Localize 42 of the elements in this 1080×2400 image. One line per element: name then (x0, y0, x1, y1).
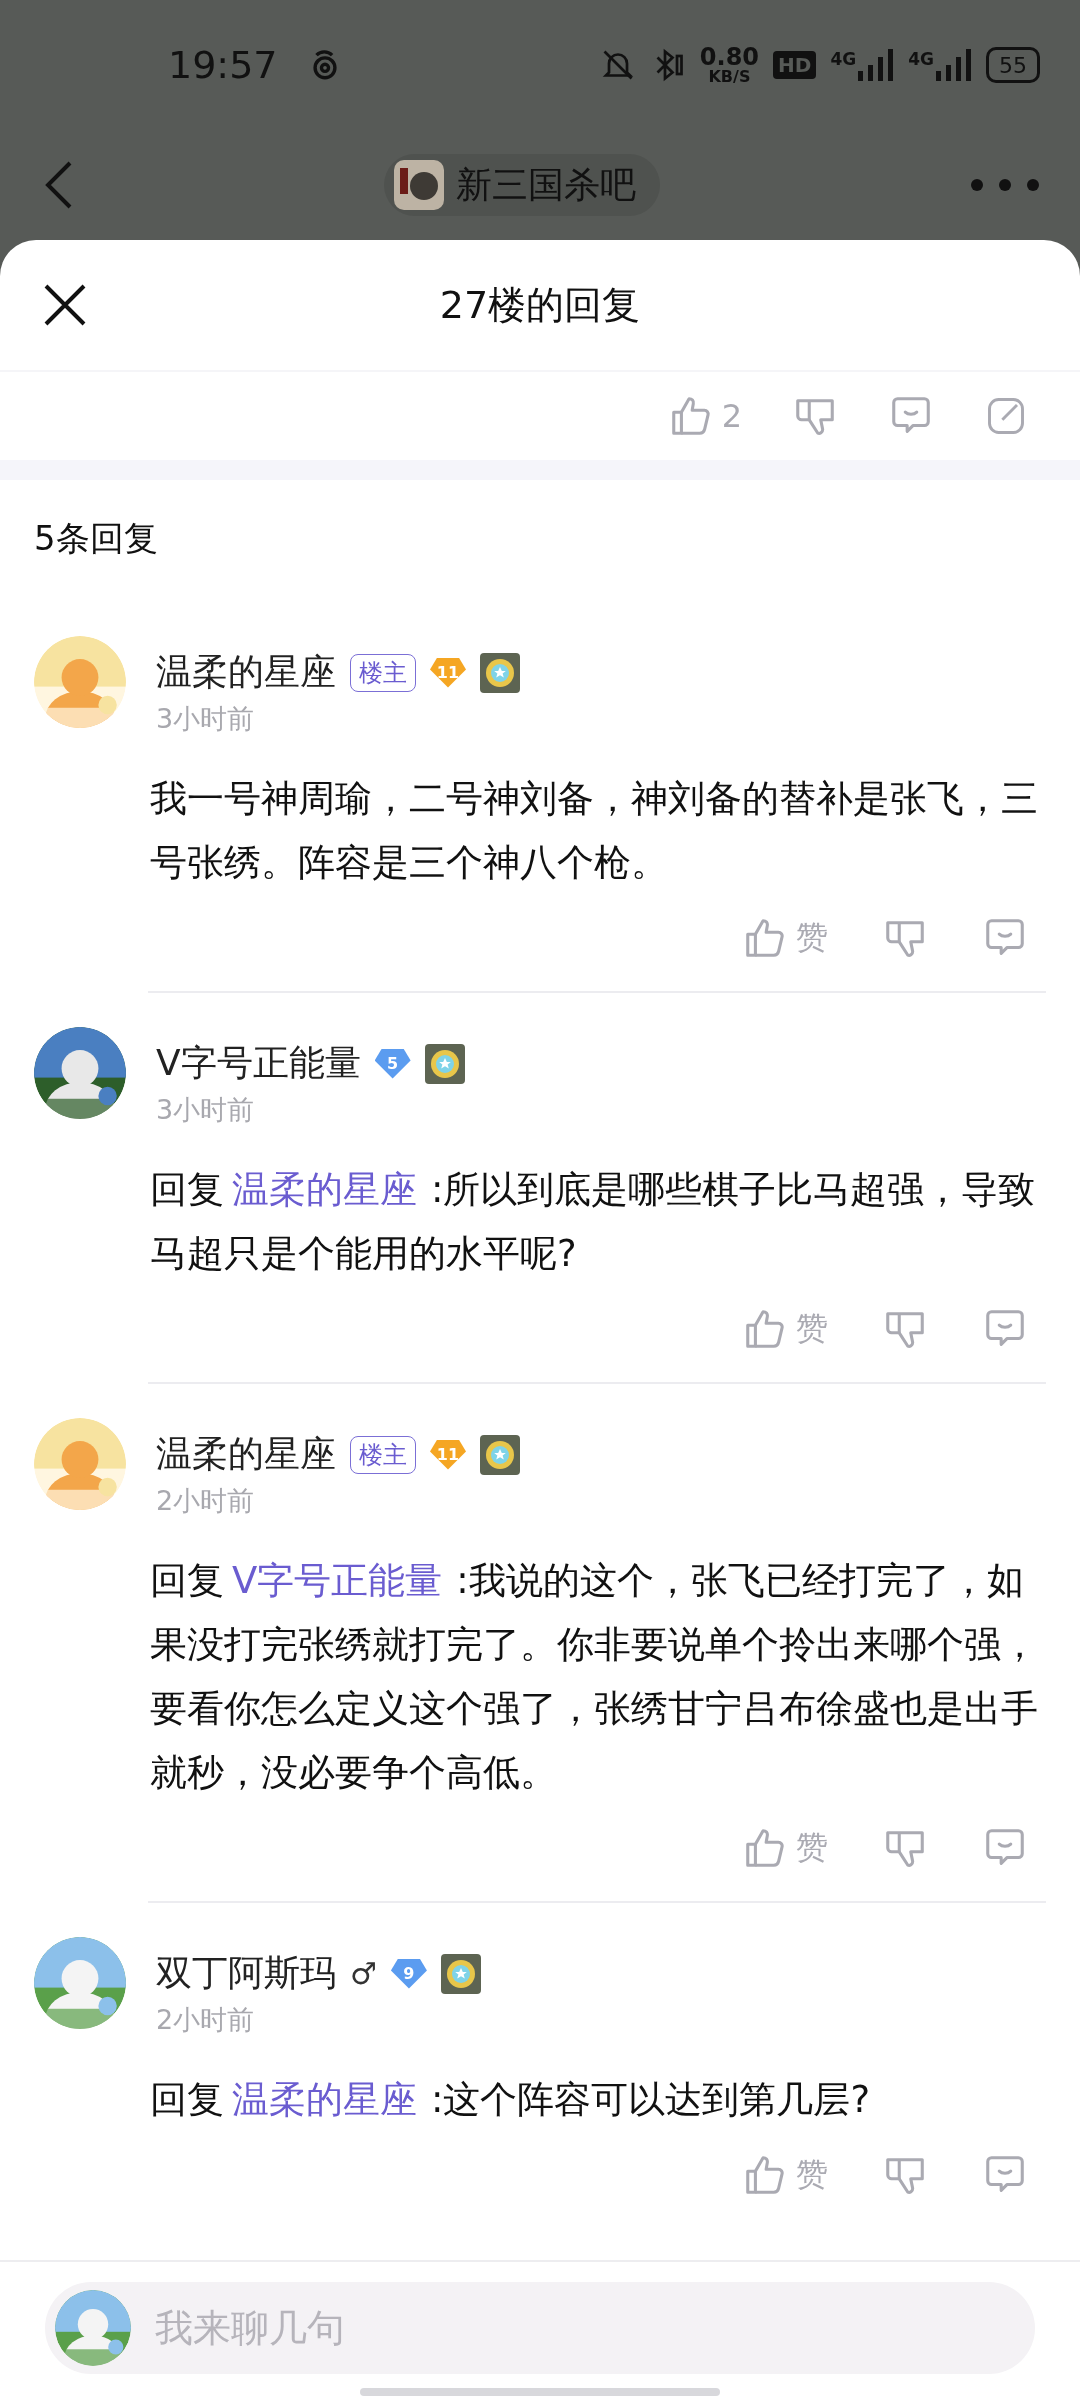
username[interactable]: 温柔的星座 (156, 1430, 336, 1479)
op-tag: 楼主 (350, 653, 416, 692)
network-type: 4G (908, 49, 934, 69)
medal-icon (480, 1434, 520, 1475)
close-icon[interactable] (44, 284, 86, 326)
post-time: 3小时前 (156, 1093, 256, 1127)
back-icon[interactable] (44, 160, 74, 210)
more-icon[interactable] (970, 178, 1040, 192)
net-unit: KB/S (708, 69, 751, 85)
level-badge: 11 (430, 657, 466, 688)
level-badge: 9 (390, 1958, 427, 1989)
sheet-title: 27楼的回复 (439, 281, 641, 329)
signal-icon (858, 49, 895, 81)
battery-level: 55 (986, 47, 1040, 83)
gender-icon: ♂ (350, 1956, 377, 1991)
comment-text: 回复 V字号正能量 :我说的这个，张飞已经打完了，如果没打完张绣就打完了。你非要说单个拎出来哪个强，要看你怎么定义这个强了，张绣甘宁吕布徐盛也是出手就秒，没必要争个高低。 (150, 1558, 1039, 1796)
comment-text: 回复 温柔的星座 :所以到底是哪些棋子比马超强，导致马超只是个能用的水平呢? (150, 1167, 1037, 1277)
medal-icon (424, 1043, 465, 1084)
medal-icon (440, 1953, 481, 1994)
signal-icon (936, 49, 972, 81)
clock: 19:57 (168, 43, 278, 87)
post-time: 3小时前 (156, 702, 256, 736)
post-time: 2小时前 (156, 1484, 256, 1518)
network-type: 4G (830, 49, 857, 69)
post-time: 2小时前 (156, 2003, 256, 2037)
comment-text: 我一号神周瑜，二号神刘备，神刘备的替补是张飞，三号张绣。阵容是三个神八个枪。 (150, 776, 1039, 886)
mention-link[interactable]: V字号正能量 (232, 1559, 443, 1602)
medal-icon (480, 652, 520, 693)
forum-logo-icon (394, 160, 444, 210)
mention-link[interactable]: 温柔的星座 (232, 1168, 417, 1211)
username[interactable]: 双丁阿斯玛 (156, 1949, 336, 1998)
reply-count: 5条回复 (33, 517, 159, 560)
username[interactable]: 温柔的星座 (156, 648, 336, 697)
username[interactable]: V字号正能量 (156, 1039, 361, 1088)
forum-name: 新三国杀吧 (456, 162, 636, 207)
mention-link[interactable]: 温柔的星座 (232, 2078, 417, 2121)
net-speed: 0.80 (699, 45, 760, 69)
op-tag: 楼主 (350, 1435, 416, 1474)
comment-text: 回复 温柔的星座 :这个阵容可以达到第几层? (150, 2077, 872, 2123)
level-badge: 5 (374, 1048, 411, 1079)
hd-badge: HD (773, 51, 817, 79)
level-badge: 11 (430, 1439, 466, 1470)
